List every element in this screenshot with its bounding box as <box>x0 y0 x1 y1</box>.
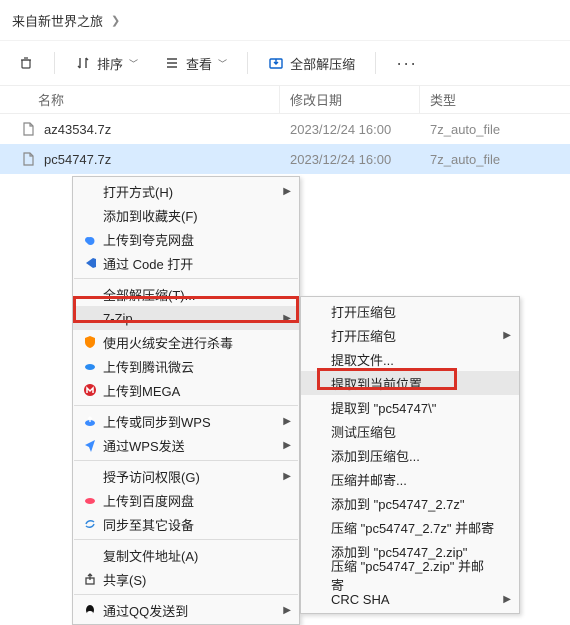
file-icon <box>20 121 36 137</box>
submenu-extract-here[interactable]: 提取到当前位置 <box>301 371 519 395</box>
qq-icon <box>79 602 101 618</box>
menu-separator <box>74 594 298 595</box>
chevron-right-icon: ▶ <box>283 416 291 427</box>
divider <box>375 52 376 74</box>
extract-all-button[interactable]: 全部解压缩 <box>262 48 361 79</box>
menu-upload-mega[interactable]: 上传到MEGA <box>73 378 299 402</box>
column-type[interactable]: 类型 <box>420 86 570 113</box>
share-icon <box>79 571 101 587</box>
menu-wps-sync[interactable]: 上传或同步到WPS▶ <box>73 409 299 433</box>
chevron-right-icon: ▶ <box>503 594 511 605</box>
shield-icon <box>79 334 101 350</box>
cloud-upload-icon <box>79 413 101 429</box>
mega-icon <box>79 382 101 398</box>
chevron-right-icon: ▶ <box>283 313 291 324</box>
menu-grant-access[interactable]: 授予访问权限(G)▶ <box>73 464 299 488</box>
menu-separator <box>74 278 298 279</box>
menu-separator <box>74 460 298 461</box>
column-headers: 名称 修改日期 类型 <box>0 86 570 114</box>
submenu-extract-to[interactable]: 提取到 "pc54747\" <box>301 395 519 419</box>
submenu-extract-files[interactable]: 提取文件... <box>301 347 519 371</box>
more-button[interactable]: ··· <box>390 47 423 80</box>
divider <box>54 52 55 74</box>
column-name[interactable]: 名称 <box>0 86 280 113</box>
submenu-open-archive-alt[interactable]: 打开压缩包▶ <box>301 323 519 347</box>
extract-icon <box>268 55 284 71</box>
file-icon <box>20 151 36 167</box>
menu-wps-send[interactable]: 通过WPS发送▶ <box>73 433 299 457</box>
menu-open-code[interactable]: 通过 Code 打开 <box>73 251 299 275</box>
chevron-right-icon: ▶ <box>283 440 291 451</box>
file-type: 7z_auto_file <box>420 152 570 167</box>
submenu-compress-zip-mail[interactable]: 压缩 "pc54747_2.zip" 并邮寄 <box>301 563 519 587</box>
chevron-right-icon: ▶ <box>283 186 291 197</box>
chevron-right-icon: ▶ <box>503 330 511 341</box>
table-row[interactable]: az43534.7z 2023/12/24 16:00 7z_auto_file <box>0 114 570 144</box>
cloud-icon <box>79 358 101 374</box>
submenu-compress-mail[interactable]: 压缩并邮寄... <box>301 467 519 491</box>
file-date: 2023/12/24 16:00 <box>280 122 420 137</box>
submenu-test-archive[interactable]: 测试压缩包 <box>301 419 519 443</box>
send-icon <box>79 437 101 453</box>
menu-extract-all[interactable]: 全部解压缩(T)... <box>73 282 299 306</box>
menu-huorong-scan[interactable]: 使用火绒安全进行杀毒 <box>73 330 299 354</box>
menu-separator <box>74 539 298 540</box>
table-row[interactable]: pc54747.7z 2023/12/24 16:00 7z_auto_file <box>0 144 570 174</box>
menu-share[interactable]: 共享(S) <box>73 567 299 591</box>
sync-icon <box>79 516 101 532</box>
chevron-down-icon: ﹀ <box>218 57 227 70</box>
menu-sync-devices[interactable]: 同步至其它设备 <box>73 512 299 536</box>
vscode-icon <box>79 255 101 271</box>
menu-7zip[interactable]: 7-Zip▶ <box>73 306 299 330</box>
ellipsis-icon: ··· <box>396 53 417 74</box>
submenu-open-archive[interactable]: 打开压缩包 <box>301 299 519 323</box>
menu-upload-weiyun[interactable]: 上传到腾讯微云 <box>73 354 299 378</box>
menu-add-favorites[interactable]: 添加到收藏夹(F) <box>73 203 299 227</box>
submenu-crc-sha[interactable]: CRC SHA▶ <box>301 587 519 611</box>
menu-upload-baidu[interactable]: 上传到百度网盘 <box>73 488 299 512</box>
cloud-icon <box>79 231 101 247</box>
submenu-add-to-archive[interactable]: 添加到压缩包... <box>301 443 519 467</box>
sort-button[interactable]: 排序 ﹀ <box>69 48 144 79</box>
sort-icon <box>75 55 91 71</box>
file-name: az43534.7z <box>44 122 111 137</box>
list-icon <box>164 55 180 71</box>
column-date[interactable]: 修改日期 <box>280 86 420 113</box>
submenu-compress-7z-mail[interactable]: 压缩 "pc54747_2.7z" 并邮寄 <box>301 515 519 539</box>
menu-separator <box>74 405 298 406</box>
view-label: 查看 <box>186 54 212 73</box>
chevron-right-icon: ❯ <box>111 14 120 27</box>
file-name: pc54747.7z <box>44 152 111 167</box>
sort-label: 排序 <box>97 54 123 73</box>
chevron-right-icon: ▶ <box>283 605 291 616</box>
context-submenu-7zip: 打开压缩包 打开压缩包▶ 提取文件... 提取到当前位置 提取到 "pc5474… <box>300 296 520 614</box>
breadcrumb-item[interactable]: 来自新世界之旅 <box>12 11 103 30</box>
trash-icon <box>18 55 34 71</box>
menu-upload-quark[interactable]: 上传到夸克网盘 <box>73 227 299 251</box>
delete-button[interactable] <box>12 49 40 77</box>
chevron-right-icon: ▶ <box>283 471 291 482</box>
context-menu: 打开方式(H)▶ 添加到收藏夹(F) 上传到夸克网盘 通过 Code 打开 全部… <box>72 176 300 625</box>
file-date: 2023/12/24 16:00 <box>280 152 420 167</box>
menu-open-with[interactable]: 打开方式(H)▶ <box>73 179 299 203</box>
file-type: 7z_auto_file <box>420 122 570 137</box>
toolbar: 排序 ﹀ 查看 ﹀ 全部解压缩 ··· <box>0 40 570 86</box>
divider <box>247 52 248 74</box>
view-button[interactable]: 查看 ﹀ <box>158 48 233 79</box>
chevron-down-icon: ﹀ <box>129 57 138 70</box>
extract-all-label: 全部解压缩 <box>290 54 355 73</box>
menu-copy-path[interactable]: 复制文件地址(A) <box>73 543 299 567</box>
submenu-add-7z[interactable]: 添加到 "pc54747_2.7z" <box>301 491 519 515</box>
breadcrumb[interactable]: 来自新世界之旅 ❯ <box>0 0 570 40</box>
cloud-icon <box>79 492 101 508</box>
